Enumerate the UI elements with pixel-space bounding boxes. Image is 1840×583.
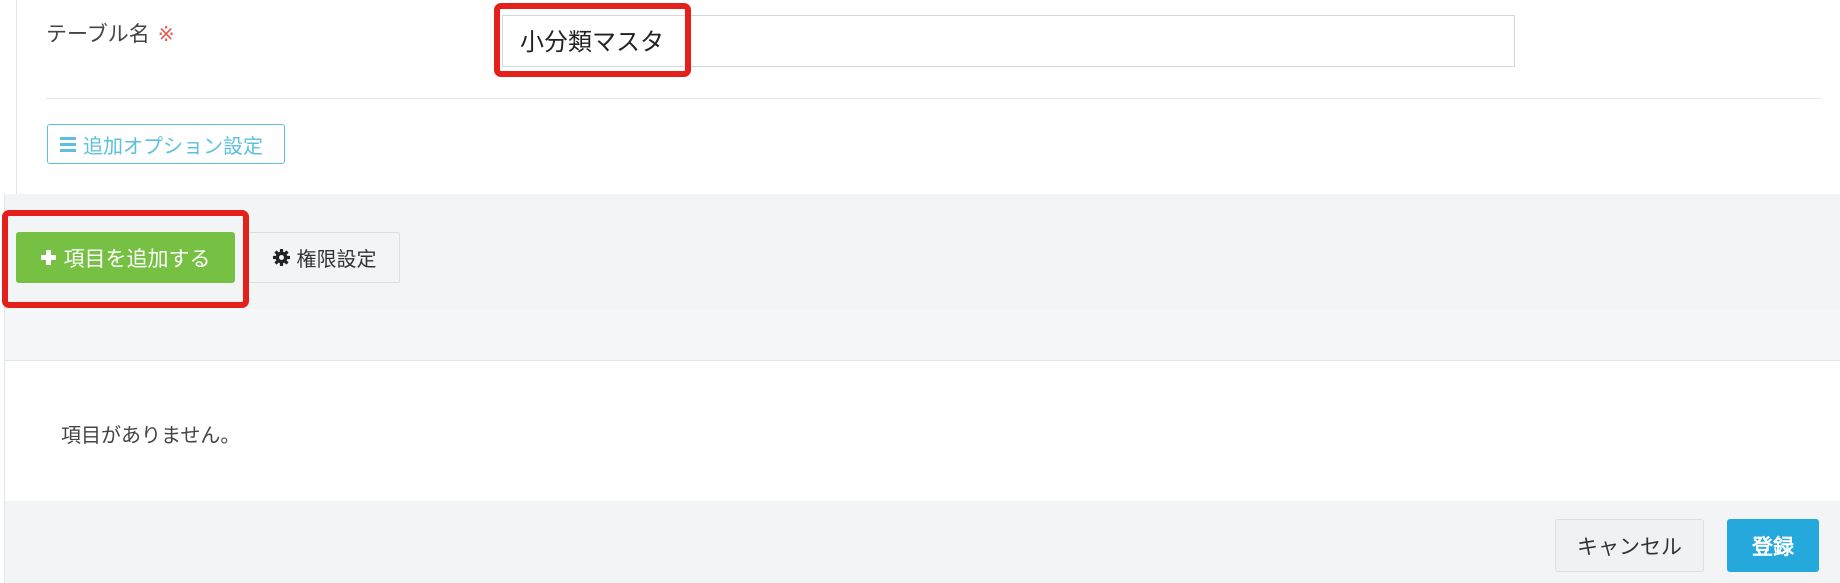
form-divider	[46, 98, 1821, 99]
item-list	[4, 361, 1840, 502]
register-label: 登録	[1752, 534, 1794, 559]
table-name-input-value: 小分類マスタ	[520, 28, 664, 56]
cancel-button[interactable]: キャンセル	[1555, 519, 1704, 572]
table-name-label: テーブル名 ※	[46, 18, 175, 48]
additional-options-label: 追加オプション設定	[83, 133, 263, 158]
additional-options-button[interactable]: 追加オプション設定	[47, 124, 285, 164]
empty-list-message: 項目がありません。	[61, 423, 241, 447]
plus-icon	[40, 250, 56, 265]
add-item-label: 項目を追加する	[63, 246, 211, 271]
gear-icon	[272, 248, 290, 267]
required-mark: ※	[157, 22, 175, 46]
cancel-label: キャンセル	[1577, 534, 1682, 559]
add-item-button[interactable]: 項目を追加する	[16, 232, 235, 283]
permission-settings-label: 権限設定	[296, 247, 377, 271]
register-button[interactable]: 登録	[1727, 519, 1819, 572]
hamburger-icon	[60, 134, 76, 155]
table-name-label-text: テーブル名	[46, 22, 150, 46]
permission-settings-button[interactable]: 権限設定	[248, 232, 400, 283]
item-list-header	[4, 309, 1840, 361]
page: テーブル名 ※ 小分類マスタ 追加オプション設定 項目を追加する 権限設定 項目…	[0, 0, 1840, 583]
